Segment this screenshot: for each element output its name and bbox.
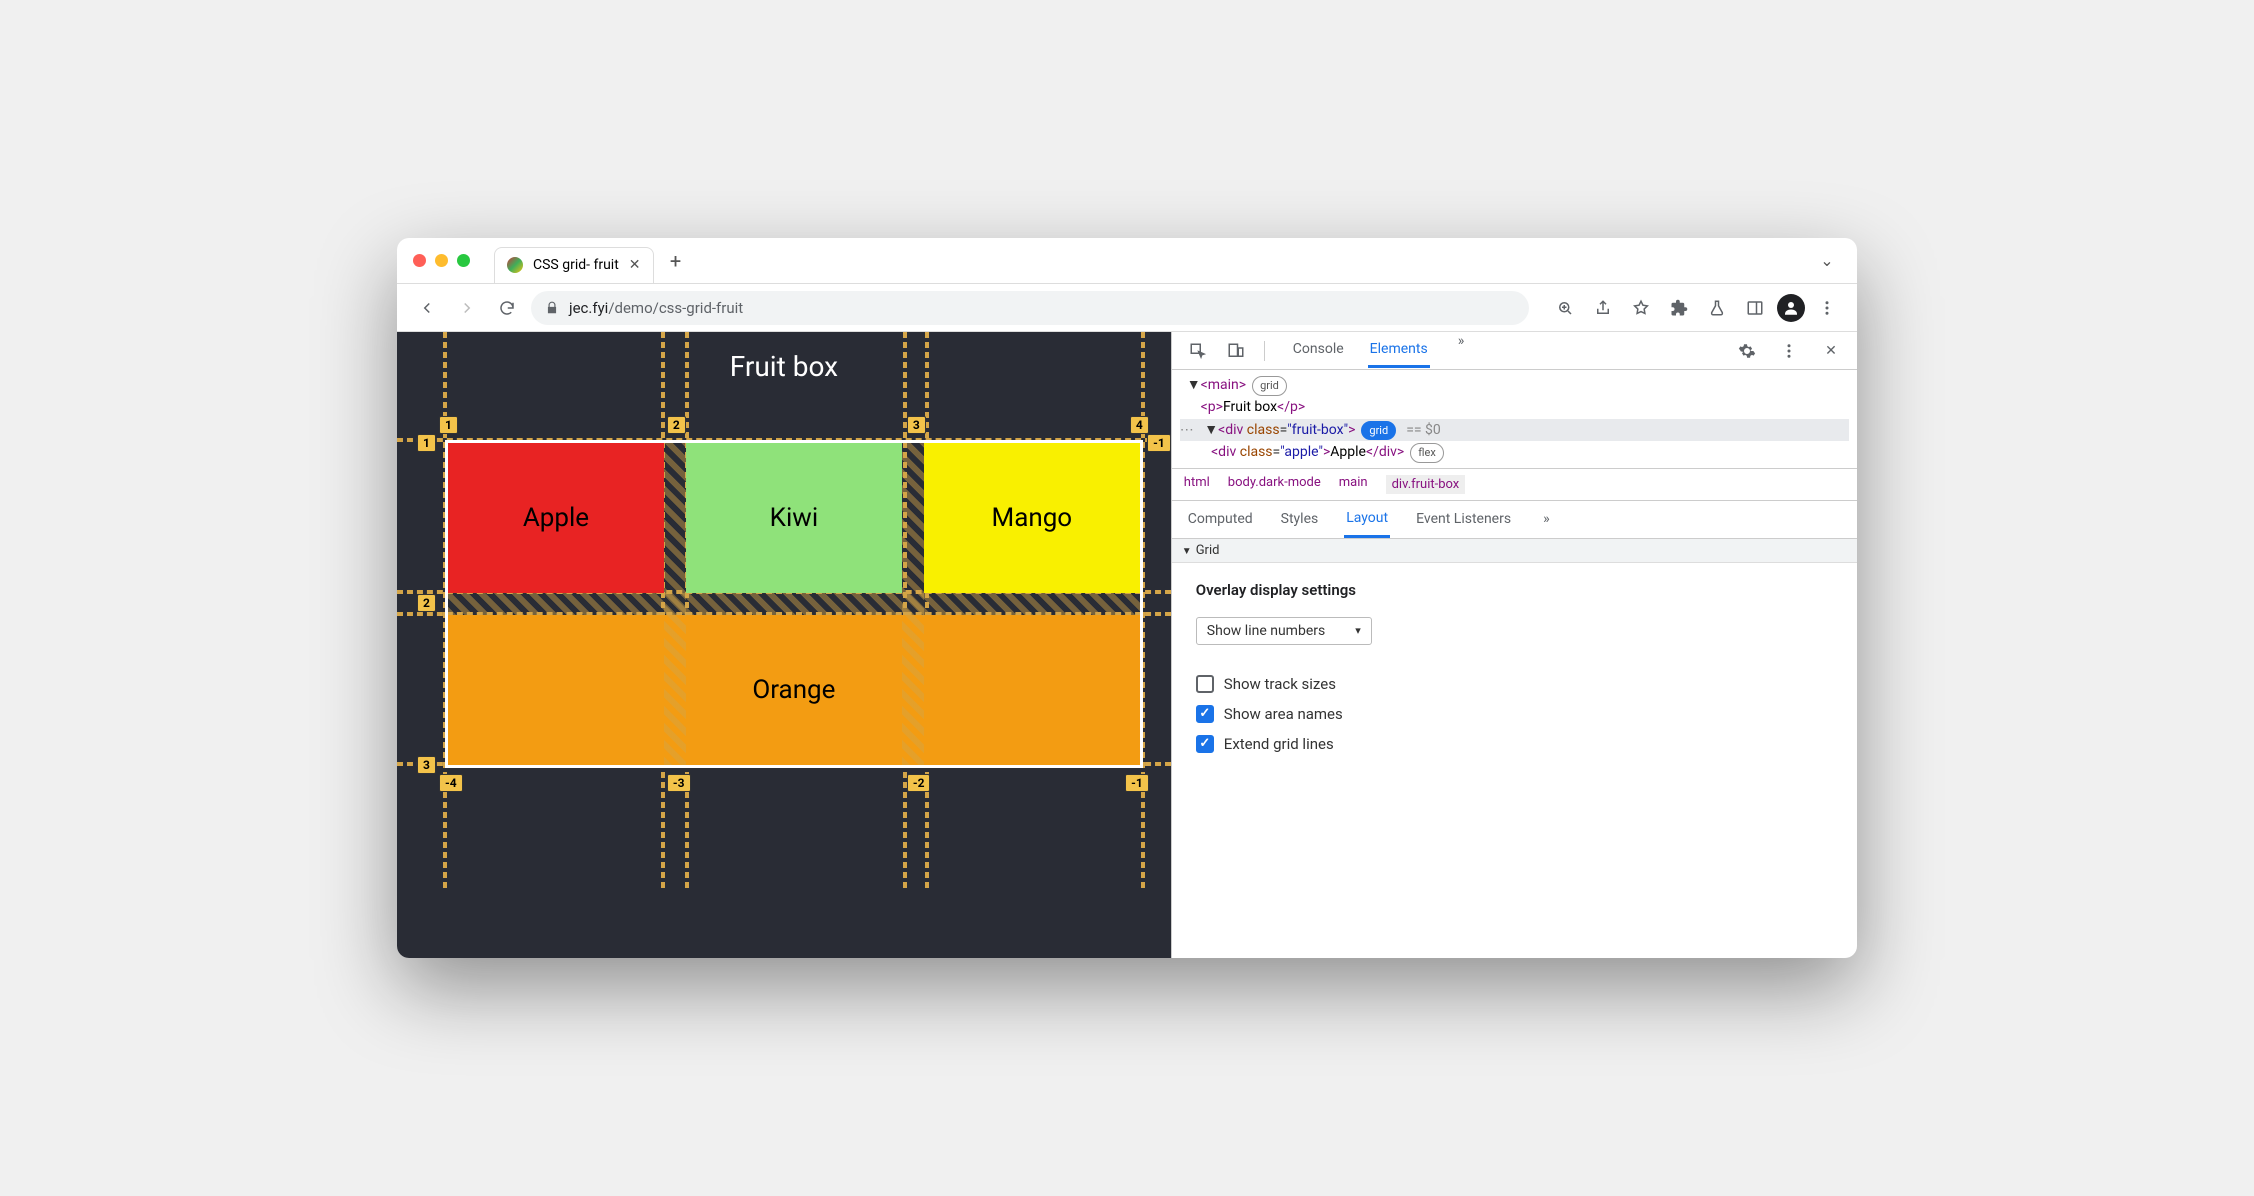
overlay-heading: Overlay display settings (1196, 581, 1833, 599)
reload-button[interactable] (491, 292, 523, 324)
tab-computed[interactable]: Computed (1186, 502, 1255, 536)
url-host: jec.fyi/demo/css-grid-fruit (569, 299, 743, 317)
devtools-panel: Console Elements » ✕ ▼<main>grid <p>Frui… (1171, 332, 1857, 958)
inspect-icon[interactable] (1182, 335, 1214, 367)
close-tab-button[interactable]: ✕ (629, 257, 641, 273)
browser-tab[interactable]: CSS grid- fruit ✕ (494, 247, 654, 283)
grid-overlay-wrap: Apple Kiwi Mango Orange 1 2 3 4 1 2 3 -1… (445, 440, 1143, 768)
tabs-dropdown-button[interactable]: ⌄ (1813, 247, 1841, 275)
extensions-icon[interactable] (1663, 292, 1695, 324)
label-neg-b4: -1 (1125, 774, 1149, 792)
close-devtools-button[interactable]: ✕ (1815, 335, 1847, 367)
grid-cell-apple: Apple (448, 443, 664, 593)
new-tab-button[interactable]: + (662, 247, 690, 275)
dom-apple[interactable]: <div class="apple">Apple</div>flex (1180, 441, 1849, 463)
maximize-window-button[interactable] (457, 254, 470, 267)
crumb-fruitbox[interactable]: div.fruit-box (1386, 475, 1466, 494)
label-neg-b2: -3 (667, 774, 691, 792)
page-heading: Fruit box (397, 350, 1171, 383)
kebab-icon[interactable] (1773, 335, 1805, 367)
more-subtabs-icon[interactable]: » (1543, 511, 1550, 527)
grid-cell-kiwi: Kiwi (686, 443, 902, 593)
tab-elements[interactable]: Elements (1368, 333, 1430, 368)
dom-main[interactable]: ▼<main>grid (1180, 374, 1849, 396)
device-toggle-icon[interactable] (1220, 335, 1252, 367)
check-track-sizes-row: Show track sizes (1196, 675, 1833, 693)
label-col-2: 2 (667, 416, 686, 434)
tab-layout[interactable]: Layout (1344, 501, 1390, 538)
overlay-settings-panel: Overlay display settings Show line numbe… (1172, 563, 1857, 783)
tab-console[interactable]: Console (1291, 333, 1346, 368)
crumb-main[interactable]: main (1339, 475, 1368, 494)
sidebar-tabs: Computed Styles Layout Event Listeners » (1172, 500, 1857, 539)
dom-p[interactable]: <p>Fruit box</p> (1180, 396, 1849, 418)
fruit-box-grid: Apple Kiwi Mango Orange (445, 440, 1143, 768)
address-bar[interactable]: jec.fyi/demo/css-grid-fruit (531, 291, 1529, 325)
dom-fruitbox[interactable]: ⋯ ▼<div class="fruit-box">grid== $0 (1180, 419, 1849, 441)
label-neg-b1: -4 (439, 774, 463, 792)
star-icon[interactable] (1625, 292, 1657, 324)
menu-button[interactable] (1811, 292, 1843, 324)
label-neg-b3: -2 (907, 774, 931, 792)
label-col-4: 4 (1130, 416, 1149, 434)
labs-icon[interactable] (1701, 292, 1733, 324)
check-extend-lines-row: Extend grid lines (1196, 735, 1833, 753)
divider (1264, 341, 1265, 361)
grid-gap-row (448, 593, 1140, 615)
grid-gap-col-1 (664, 443, 686, 765)
label-col-1: 1 (439, 416, 458, 434)
close-window-button[interactable] (413, 254, 426, 267)
check-track-sizes-label: Show track sizes (1224, 675, 1336, 693)
tab-title: CSS grid- fruit (533, 257, 619, 273)
label-row-2: 2 (417, 594, 436, 612)
minimize-window-button[interactable] (435, 254, 448, 267)
content-area: Fruit box Apple Kiwi (397, 332, 1857, 958)
check-area-names-row: Show area names (1196, 705, 1833, 723)
label-row-1: 1 (417, 434, 436, 452)
grid-section-header[interactable]: Grid (1172, 539, 1857, 563)
grid-gap-col-2 (902, 443, 924, 765)
toolbar-right (1549, 292, 1843, 324)
forward-button[interactable] (451, 292, 483, 324)
share-icon[interactable] (1587, 292, 1619, 324)
lock-icon (545, 301, 559, 315)
check-extend-lines-label: Extend grid lines (1224, 735, 1334, 753)
favicon-icon (507, 257, 523, 273)
profile-avatar[interactable] (1777, 294, 1805, 322)
rendered-page: Fruit box Apple Kiwi (397, 332, 1171, 958)
zoom-icon[interactable] (1549, 292, 1581, 324)
label-row-3: 3 (417, 756, 436, 774)
window-controls (413, 254, 470, 267)
line-numbers-select[interactable]: Show line numbers (1196, 617, 1372, 645)
tab-styles[interactable]: Styles (1279, 502, 1321, 536)
label-col-3: 3 (907, 416, 926, 434)
back-button[interactable] (411, 292, 443, 324)
label-neg-right: -1 (1147, 434, 1171, 452)
gear-icon[interactable] (1731, 335, 1763, 367)
check-track-sizes[interactable] (1196, 675, 1214, 693)
check-extend-lines[interactable] (1196, 735, 1214, 753)
crumb-body[interactable]: body.dark-mode (1228, 475, 1321, 494)
check-area-names-label: Show area names (1224, 705, 1343, 723)
check-area-names[interactable] (1196, 705, 1214, 723)
tab-event-listeners[interactable]: Event Listeners (1414, 502, 1513, 536)
browser-window: CSS grid- fruit ✕ + ⌄ jec.fyi/demo/css-g… (397, 238, 1857, 958)
dom-tree[interactable]: ▼<main>grid <p>Fruit box</p> ⋯ ▼<div cla… (1172, 370, 1857, 468)
toolbar: jec.fyi/demo/css-grid-fruit (397, 284, 1857, 332)
title-bar: CSS grid- fruit ✕ + ⌄ (397, 238, 1857, 284)
panel-icon[interactable] (1739, 292, 1771, 324)
more-tabs-icon[interactable]: » (1458, 333, 1465, 368)
grid-cell-orange: Orange (448, 615, 1140, 765)
breadcrumb[interactable]: html body.dark-mode main div.fruit-box (1172, 468, 1857, 500)
grid-cell-mango: Mango (924, 443, 1140, 593)
devtools-header: Console Elements » ✕ (1172, 332, 1857, 370)
crumb-html[interactable]: html (1184, 475, 1210, 494)
